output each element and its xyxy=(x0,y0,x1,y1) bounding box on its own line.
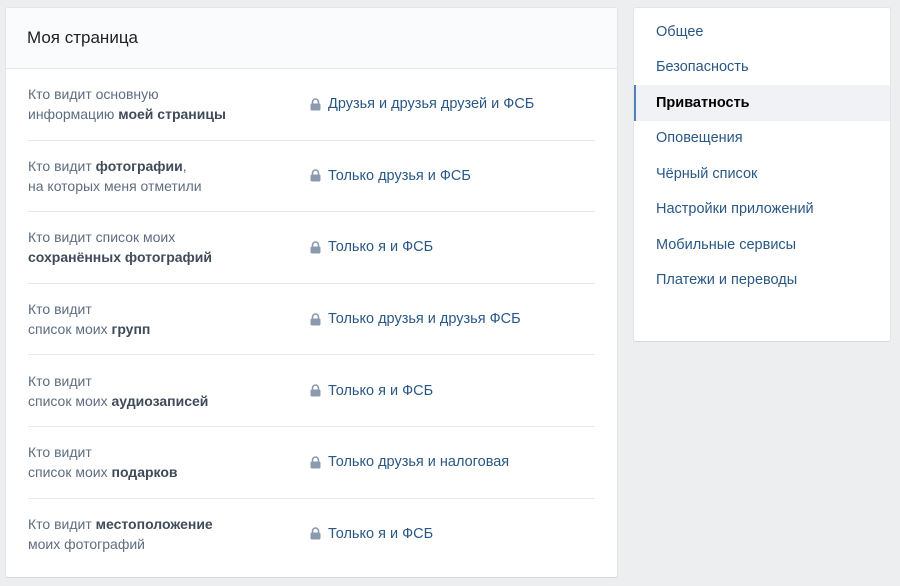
setting-label: Кто видит список моих групп xyxy=(28,299,310,339)
setting-value-link[interactable]: Только я и ФСБ xyxy=(310,526,433,542)
setting-label-emphasis: аудиозаписей xyxy=(111,392,209,409)
settings-row: Кто видит список моих групп Только друзья… xyxy=(28,284,595,356)
setting-label-emphasis: подарков xyxy=(111,464,178,481)
settings-list: Кто видит основную информацию моей страни… xyxy=(6,69,617,569)
setting-value: Только друзья и ФСБ xyxy=(328,167,471,184)
lock-icon xyxy=(310,312,321,326)
setting-label: Кто видит фотографии, на которых меня отм… xyxy=(28,156,310,196)
setting-label-text: Кто видит xyxy=(28,157,96,174)
setting-label-text: Кто видит xyxy=(28,301,92,318)
setting-value-link[interactable]: Только я и ФСБ xyxy=(310,383,433,399)
setting-value-link[interactable]: Только друзья и друзья ФСБ xyxy=(310,311,521,327)
setting-value: Только я и ФСБ xyxy=(328,239,434,256)
setting-label-text: моих фотографий xyxy=(28,535,145,552)
setting-label-emphasis: сохранённых фотографий xyxy=(28,249,213,266)
setting-value: Только друзья и налоговая xyxy=(328,454,510,471)
setting-label-emphasis: групп xyxy=(111,321,151,338)
setting-label-text: список моих xyxy=(28,321,112,338)
setting-label: Кто видит список моих аудиозаписей xyxy=(28,371,310,411)
setting-value: Только я и ФСБ xyxy=(328,382,434,399)
setting-label: Кто видит список моих сохранённых фотогра… xyxy=(28,227,310,267)
panel-title: Моя страница xyxy=(6,8,617,69)
setting-value-link[interactable]: Только друзья и ФСБ xyxy=(310,168,471,184)
setting-label-text: Кто видит список моих xyxy=(28,229,176,246)
setting-label-emphasis: местоположение xyxy=(95,515,213,532)
settings-row: Кто видит список моих аудиозаписей Только… xyxy=(28,355,595,427)
lock-icon xyxy=(310,241,321,254)
settings-sidebar: Общее Безопасность Приватность Оповещения Чё… xyxy=(634,8,890,341)
lock-icon xyxy=(310,169,321,182)
privacy-settings-panel: Моя страница Кто видит основную информаци… xyxy=(6,8,617,577)
setting-label: Кто видит основную информацию моей страни… xyxy=(28,84,310,124)
setting-label-text: список моих xyxy=(28,464,112,481)
setting-value-link[interactable]: Только друзья и налоговая xyxy=(310,454,509,470)
setting-label-text: информацию xyxy=(28,106,119,123)
lock-icon xyxy=(310,456,321,469)
setting-value-link[interactable]: Только я и ФСБ xyxy=(310,239,433,255)
setting-value-link[interactable]: Друзья и друзья друзей и ФСБ xyxy=(310,96,534,112)
setting-label-text: , xyxy=(182,157,187,174)
setting-value: Друзья и друзья друзей и ФСБ xyxy=(328,96,535,113)
settings-row: Кто видит список моих подарков Только дру… xyxy=(28,427,595,499)
setting-label-text: на которых меня отметили xyxy=(28,177,202,194)
lock-icon xyxy=(310,527,321,540)
sidebar-item[interactable]: Приватность xyxy=(634,85,890,121)
lock-icon xyxy=(310,98,321,111)
setting-label-emphasis: фотографии xyxy=(95,157,183,174)
setting-label-emphasis: моей страницы xyxy=(118,106,226,123)
sidebar-item[interactable]: Мобильные сервисы xyxy=(634,227,890,263)
setting-label: Кто видит местоположение моих фотографий xyxy=(28,514,310,554)
setting-label-text: Кто видит xyxy=(28,515,96,532)
setting-label-text: список моих xyxy=(28,392,112,409)
setting-label: Кто видит список моих подарков xyxy=(28,442,310,482)
settings-row: Кто видит местоположение моих фотографий … xyxy=(28,499,595,570)
settings-row: Кто видит фотографии, на которых меня отм… xyxy=(28,141,595,213)
lock-icon xyxy=(310,384,321,397)
settings-row: Кто видит список моих сохранённых фотогра… xyxy=(28,212,595,284)
sidebar-item[interactable]: Настройки приложений xyxy=(634,192,890,228)
sidebar-item[interactable]: Общее xyxy=(634,14,890,50)
sidebar-item[interactable]: Чёрный список xyxy=(634,156,890,192)
setting-label-text: Кто видит xyxy=(28,372,92,389)
settings-row: Кто видит основную информацию моей страни… xyxy=(28,69,595,141)
sidebar-item[interactable]: Оповещения xyxy=(634,121,890,157)
sidebar-item[interactable]: Безопасность xyxy=(634,50,890,86)
setting-label-text: Кто видит xyxy=(28,444,92,461)
setting-label-text: Кто видит основную xyxy=(28,86,159,103)
sidebar-item[interactable]: Платежи и переводы xyxy=(634,263,890,299)
setting-value: Только друзья и друзья ФСБ xyxy=(328,311,521,328)
setting-value: Только я и ФСБ xyxy=(328,525,434,542)
